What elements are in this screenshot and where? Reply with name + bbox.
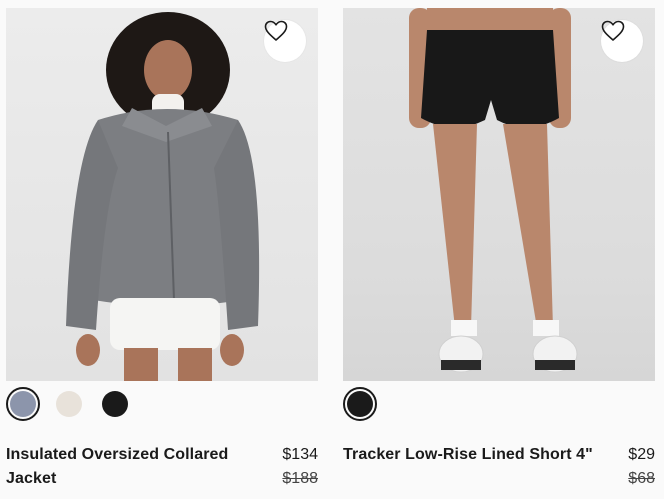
product-name[interactable]: Tracker Low-Rise Lined Short 4" <box>343 443 603 467</box>
product-card: Insulated Oversized Collared Jacket $134… <box>6 0 318 491</box>
swatch-color <box>347 391 373 417</box>
sale-price: $29 <box>628 446 655 463</box>
color-swatch-cream[interactable] <box>52 387 86 421</box>
product-price: $134 $188 <box>282 443 318 491</box>
product-image[interactable] <box>343 8 655 381</box>
product-price: $29 $68 <box>628 443 655 491</box>
color-swatch-black[interactable] <box>343 387 377 421</box>
original-price: $188 <box>282 470 318 487</box>
swatch-color <box>56 391 82 417</box>
swatch-color <box>102 391 128 417</box>
swatch-color <box>10 391 36 417</box>
product-grid: Insulated Oversized Collared Jacket $134… <box>0 0 664 499</box>
product-image[interactable] <box>6 8 318 381</box>
color-swatch-grey-blue[interactable] <box>6 387 40 421</box>
original-price: $68 <box>628 470 655 487</box>
heart-outline-icon <box>264 20 288 41</box>
product-info: Insulated Oversized Collared Jacket $134… <box>6 443 318 491</box>
product-info: Tracker Low-Rise Lined Short 4" $29 $68 <box>343 443 655 487</box>
color-swatches <box>343 387 655 421</box>
shorts-model-illustration <box>409 8 578 373</box>
product-card: Tracker Low-Rise Lined Short 4" $29 $68 <box>343 0 655 487</box>
heart-outline-icon <box>601 20 625 41</box>
wishlist-button[interactable] <box>264 20 306 62</box>
product-name[interactable]: Insulated Oversized Collared Jacket <box>6 443 246 491</box>
jacket-model-illustration <box>66 12 260 381</box>
color-swatches <box>6 387 318 421</box>
color-swatch-black[interactable] <box>98 387 132 421</box>
sale-price: $134 <box>282 446 318 463</box>
wishlist-button[interactable] <box>601 20 643 62</box>
